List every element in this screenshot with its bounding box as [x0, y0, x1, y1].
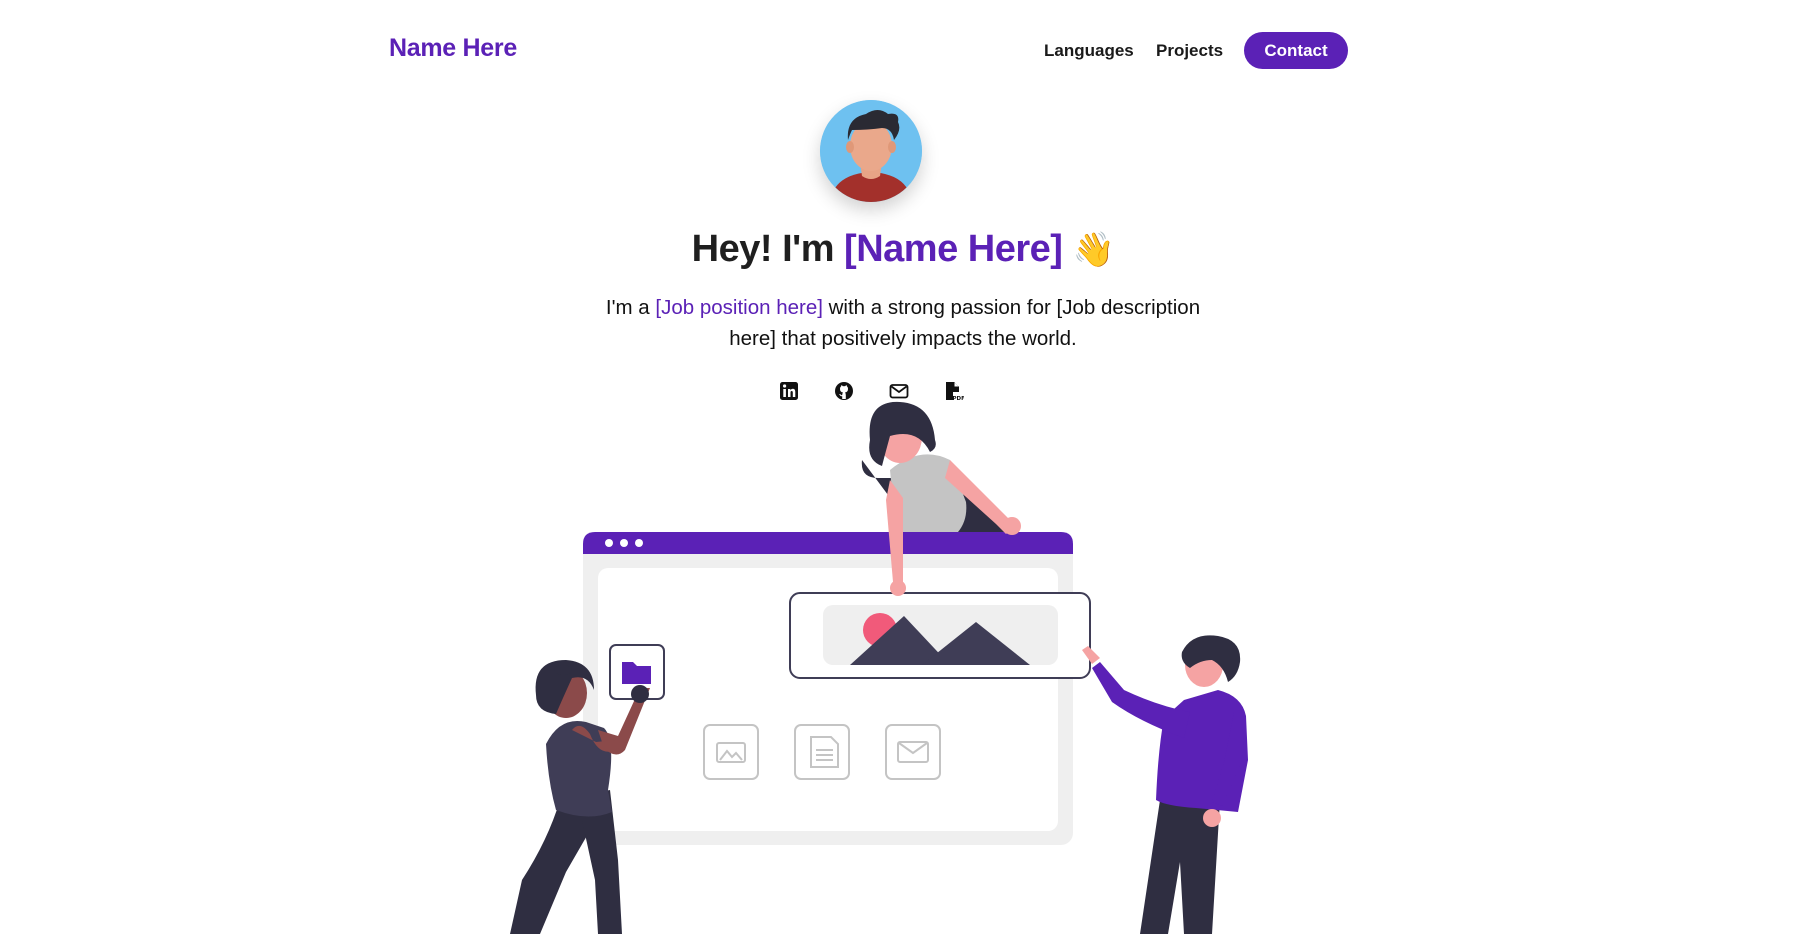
hero-illustration: [510, 401, 1248, 934]
image-tile-icon: [703, 724, 759, 780]
document-tile-icon: [794, 724, 850, 780]
man-right-illustration: [1082, 635, 1248, 934]
mail-tile-icon: [885, 724, 941, 780]
image-card-illustration: [789, 592, 1091, 679]
